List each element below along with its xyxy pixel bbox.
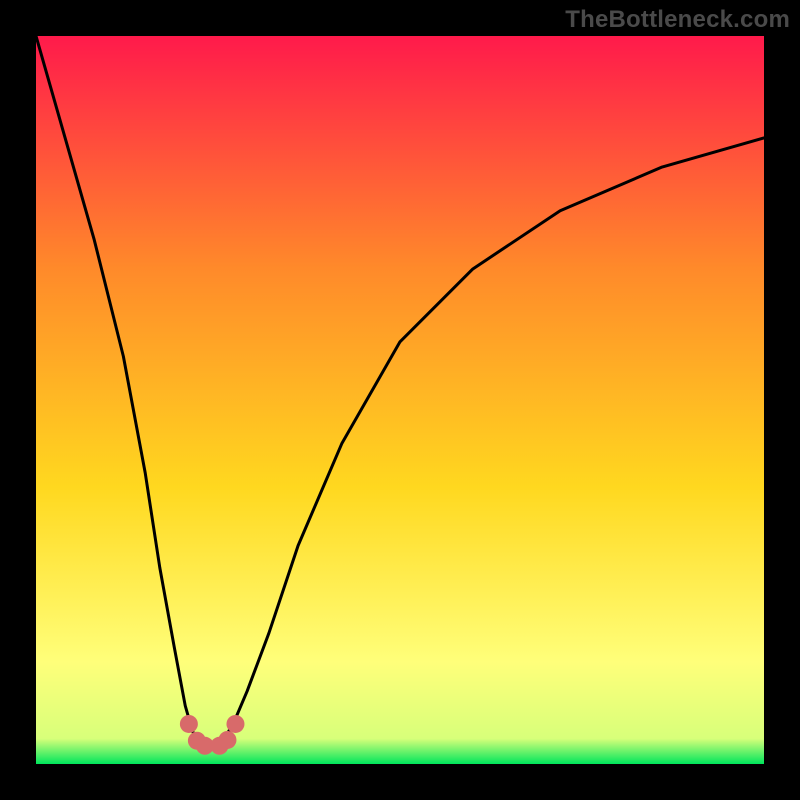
watermark-text: TheBottleneck.com <box>565 6 790 34</box>
chart-frame: TheBottleneck.com <box>0 0 800 800</box>
gradient-background <box>36 36 764 764</box>
valley-marker-4 <box>218 731 236 749</box>
chart-plot-area <box>36 36 764 764</box>
valley-marker-0 <box>180 715 198 733</box>
valley-marker-5 <box>226 715 244 733</box>
chart-svg <box>36 36 764 764</box>
